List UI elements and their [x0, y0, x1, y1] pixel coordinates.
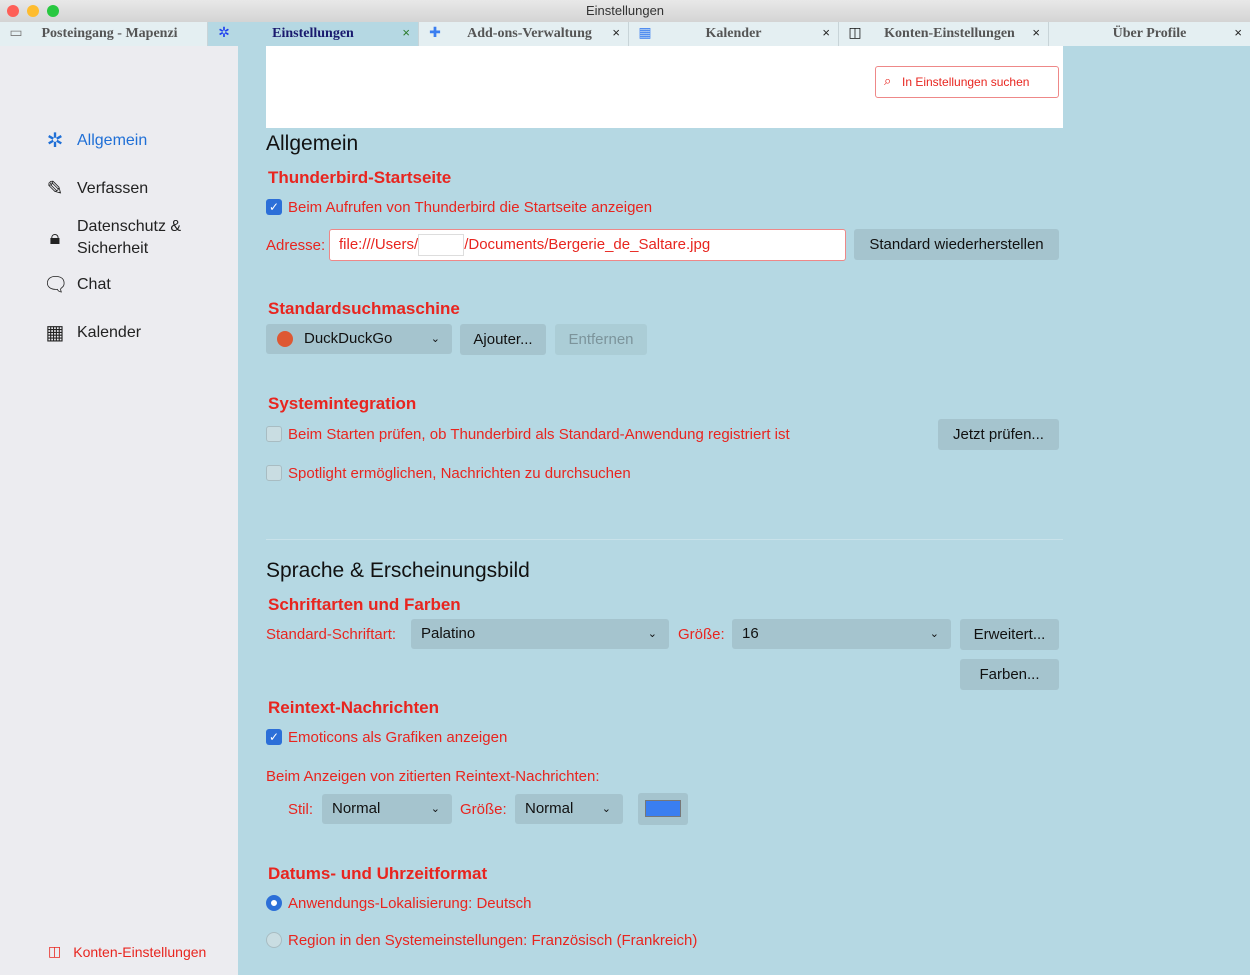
close-window-button[interactable]	[7, 5, 19, 17]
quote-size-select[interactable]: Normal ⌄	[515, 794, 623, 824]
remove-search-engine-button[interactable]: Entfernen	[555, 324, 647, 355]
startpage-checkbox[interactable]: ✓	[266, 199, 282, 215]
section-title-general: Allgemein	[266, 132, 359, 155]
restore-default-button[interactable]: Standard wiederherstellen	[854, 229, 1059, 260]
tab-account-settings[interactable]: ◫ Konten-Einstellungen ×	[839, 22, 1049, 46]
pencil-icon: ✎	[46, 178, 64, 200]
default-app-checkbox[interactable]	[266, 426, 282, 442]
quote-style-select[interactable]: Normal ⌄	[322, 794, 452, 824]
close-tab-icon[interactable]: ×	[1234, 25, 1242, 40]
minimize-window-button[interactable]	[27, 5, 39, 17]
sidebar-item-chat[interactable]: 🗨︎ Chat	[43, 273, 111, 297]
close-tab-icon[interactable]: ×	[822, 25, 830, 40]
startpage-address-input[interactable]: file:///Users//Documents/Bergerie_de_Sal…	[329, 229, 846, 261]
redacted-username	[418, 234, 465, 257]
address-label: Adresse:	[266, 237, 326, 254]
zoom-window-button[interactable]	[47, 5, 59, 17]
account-icon: ◫	[48, 943, 62, 959]
font-size-select[interactable]: 16 ⌄	[732, 619, 951, 649]
search-icon: ⌕	[884, 73, 892, 88]
chevron-down-icon: ⌄	[430, 803, 440, 815]
add-search-engine-button[interactable]: Ajouter...	[460, 324, 546, 355]
tab-bar: ▭ Posteingang - Mapenzi ✲ Einstellungen × ✚…	[0, 22, 1250, 46]
account-icon: ◫	[848, 26, 862, 41]
lock-icon: 🔒︎	[49, 227, 61, 249]
settings-header: ⌕ In Einstellungen suchen	[266, 46, 1063, 128]
chevron-down-icon: ⌄	[647, 628, 657, 640]
startpage-heading: Thunderbird-Startseite	[268, 168, 452, 187]
inbox-icon: ▭	[9, 26, 23, 41]
window-controls	[7, 5, 59, 17]
emoticons-checkbox[interactable]: ✓	[266, 729, 282, 745]
font-size-label: Größe:	[678, 626, 725, 643]
tab-calendar[interactable]: ▦ Kalender ×	[629, 22, 839, 46]
chevron-down-icon: ⌄	[929, 628, 939, 640]
region-radio[interactable]	[266, 932, 282, 948]
emoticons-label: Emoticons als Grafiken anzeigen	[288, 729, 508, 746]
chevron-down-icon: ⌄	[601, 803, 611, 815]
close-tab-icon[interactable]: ×	[612, 25, 620, 40]
account-settings-link[interactable]: ◫ Konten-Einstellungen	[48, 943, 206, 960]
tab-settings[interactable]: ✲ Einstellungen ×	[208, 22, 419, 46]
sidebar-item-general[interactable]: ✲ Allgemein	[43, 129, 148, 153]
fonts-heading: Schriftarten und Farben	[268, 595, 461, 614]
duckduckgo-icon	[277, 331, 293, 347]
advanced-fonts-button[interactable]: Erweitert...	[960, 619, 1059, 650]
sidebar-item-privacy[interactable]: 🔒︎ Datenschutz & Sicherheit	[43, 216, 181, 260]
close-tab-icon[interactable]: ×	[402, 25, 410, 40]
font-label: Standard-Schriftart:	[266, 626, 397, 643]
default-app-label: Beim Starten prüfen, ob Thunderbird als …	[288, 426, 790, 443]
quote-style-label: Stil:	[288, 801, 314, 818]
font-select[interactable]: Palatino ⌄	[411, 619, 669, 649]
search-engine-select[interactable]: DuckDuckGo ⌄	[266, 324, 452, 354]
colors-button[interactable]: Farben...	[960, 659, 1059, 690]
region-radio-label: Region in den Systemeinstellungen: Franz…	[288, 932, 698, 949]
quote-color-picker[interactable]	[638, 793, 688, 825]
quote-size-label: Größe:	[460, 801, 507, 818]
section-title-appearance: Sprache & Erscheinungsbild	[266, 559, 530, 582]
system-integration-heading: Systemintegration	[268, 394, 417, 413]
close-tab-icon[interactable]: ×	[1032, 25, 1040, 40]
spotlight-label: Spotlight ermöglichen, Nachrichten zu du…	[288, 465, 631, 482]
tab-about-profiles[interactable]: Über Profile ×	[1049, 22, 1250, 46]
puzzle-icon: ✚	[429, 26, 441, 41]
locale-radio-label: Anwendungs-Lokalisierung: Deutsch	[288, 895, 532, 912]
window-title: Einstellungen	[585, 3, 665, 18]
sidebar-item-calendar[interactable]: ▦ Kalender	[43, 321, 142, 345]
search-engine-heading: Standardsuchmaschine	[268, 299, 460, 318]
locale-radio[interactable]	[266, 895, 282, 911]
sidebar: ✲ Allgemein ✎ Verfassen 🔒︎ Datenschutz & Sic…	[0, 46, 238, 975]
chat-icon: 🗨︎	[43, 274, 69, 296]
gear-icon: ✲	[218, 26, 230, 41]
calendar-icon: ▦	[638, 26, 652, 41]
sidebar-item-compose[interactable]: ✎ Verfassen	[43, 177, 149, 201]
gear-icon: ✲	[46, 130, 64, 152]
spotlight-checkbox[interactable]	[266, 465, 282, 481]
calendar-icon: ▦	[45, 322, 65, 344]
quoted-label: Beim Anzeigen von zitierten Reintext-Nac…	[266, 768, 600, 785]
startpage-checkbox-label: Beim Aufrufen von Thunderbird die Starts…	[288, 199, 653, 216]
window-titlebar: Einstellungen	[0, 0, 1250, 22]
settings-search-input[interactable]: ⌕ In Einstellungen suchen	[875, 66, 1059, 98]
check-now-button[interactable]: Jetzt prüfen...	[938, 419, 1059, 450]
color-swatch	[645, 800, 681, 817]
plaintext-heading: Reintext-Nachrichten	[268, 698, 439, 717]
section-divider	[266, 539, 1063, 540]
chevron-down-icon: ⌄	[430, 333, 440, 345]
tab-addons[interactable]: ✚ Add-ons-Verwaltung ×	[419, 22, 629, 46]
tab-inbox[interactable]: ▭ Posteingang - Mapenzi	[0, 22, 208, 46]
datetime-heading: Datums- und Uhrzeitformat	[268, 864, 488, 883]
